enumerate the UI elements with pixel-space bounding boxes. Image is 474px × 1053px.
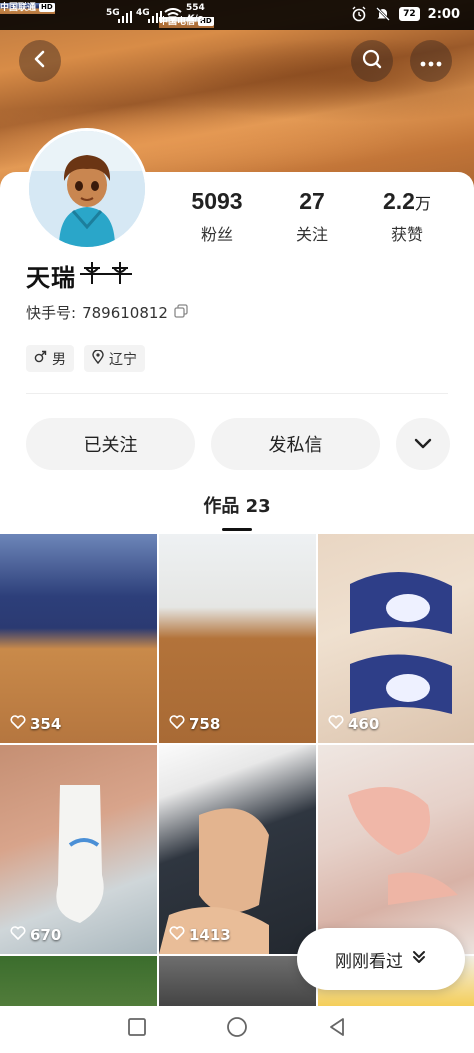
work-thumbnail[interactable]: 1413 bbox=[159, 745, 316, 954]
username: 天瑞 bbox=[26, 258, 134, 293]
name-decoration-icon bbox=[78, 260, 134, 292]
signal-bars-icon bbox=[118, 8, 132, 27]
kuaishou-id: 快手号: 789610812 bbox=[26, 302, 188, 323]
recently-viewed-button[interactable]: 刚刚看过 bbox=[297, 928, 465, 990]
like-count: 670 bbox=[10, 926, 61, 944]
mute-bell-icon bbox=[375, 6, 391, 22]
followed-button[interactable]: 已关注 bbox=[26, 418, 195, 470]
battery-level: 72 bbox=[399, 7, 420, 21]
work-thumbnail[interactable]: 460 bbox=[318, 534, 474, 743]
clock-time: 2:00 bbox=[427, 6, 460, 22]
work-thumbnail[interactable] bbox=[318, 745, 474, 954]
search-icon bbox=[361, 48, 383, 74]
heart-icon bbox=[169, 926, 185, 944]
circle-icon bbox=[226, 1016, 248, 1042]
system-nav-bar bbox=[0, 1006, 474, 1053]
more-options-button[interactable] bbox=[410, 40, 452, 82]
status-bar: 中国联通 HD 中国电信 HD 5G 4G 554 K/s 72 2:00 bbox=[0, 0, 474, 30]
signal-bars-icon bbox=[148, 8, 162, 27]
heart-icon bbox=[169, 715, 185, 733]
like-count: 1413 bbox=[169, 926, 231, 944]
home-button[interactable] bbox=[224, 1016, 250, 1042]
location-pin-icon bbox=[92, 348, 104, 368]
search-button[interactable] bbox=[351, 40, 393, 82]
recent-apps-button[interactable] bbox=[124, 1016, 150, 1042]
male-icon bbox=[34, 350, 47, 367]
alarm-icon bbox=[351, 6, 367, 22]
work-thumbnail[interactable]: 670 bbox=[0, 745, 157, 954]
stat-fans[interactable]: 5093 粉丝 bbox=[172, 187, 262, 245]
divider bbox=[26, 393, 448, 394]
like-count: 354 bbox=[10, 715, 61, 733]
back-button[interactable] bbox=[19, 40, 61, 82]
chevron-down-icon bbox=[414, 434, 432, 455]
triangle-back-icon bbox=[327, 1017, 347, 1041]
tag-location: 辽宁 bbox=[84, 345, 145, 372]
like-count: 460 bbox=[328, 715, 379, 733]
work-thumbnail[interactable]: 354 bbox=[0, 534, 157, 743]
send-message-button[interactable]: 发私信 bbox=[211, 418, 380, 470]
square-icon bbox=[127, 1017, 147, 1041]
tag-gender: 男 bbox=[26, 345, 74, 372]
heart-icon bbox=[328, 715, 344, 733]
stat-following[interactable]: 27 关注 bbox=[267, 187, 357, 245]
work-thumbnail[interactable]: 758 bbox=[159, 534, 316, 743]
carrier-1: 中国联通 HD bbox=[0, 3, 55, 14]
stat-likes-received[interactable]: 2.2万 获赞 bbox=[362, 187, 452, 245]
like-count: 758 bbox=[169, 715, 220, 733]
chevron-left-icon bbox=[30, 49, 50, 73]
copy-icon[interactable] bbox=[174, 303, 188, 322]
back-nav-button[interactable] bbox=[324, 1016, 350, 1042]
network-speed: 554 K/s bbox=[186, 3, 205, 24]
expand-recommendations-button[interactable] bbox=[396, 418, 450, 470]
tab-works[interactable]: 作品 23 bbox=[0, 492, 474, 518]
tab-underline bbox=[222, 528, 252, 531]
heart-icon bbox=[10, 715, 26, 733]
wifi-icon bbox=[164, 7, 182, 26]
avatar[interactable] bbox=[26, 128, 148, 250]
more-dots-icon bbox=[420, 52, 442, 71]
double-chevron-down-icon bbox=[411, 949, 427, 970]
heart-icon bbox=[10, 926, 26, 944]
